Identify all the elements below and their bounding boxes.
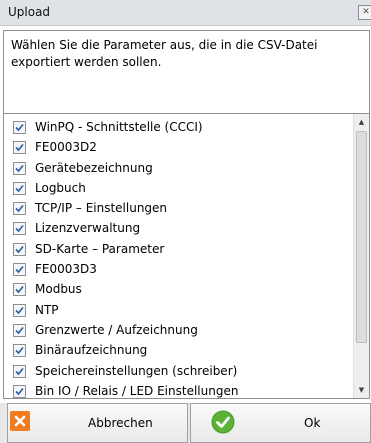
parameter-item[interactable]: NTP <box>4 301 353 321</box>
parameter-item[interactable]: Binäraufzeichnung <box>4 341 353 361</box>
scrollbar[interactable]: ▲ ▼ <box>353 114 369 398</box>
parameter-label: Bin IO / Relais / LED Einstellungen <box>35 383 239 398</box>
parameter-item[interactable]: Bin IO / Relais / LED Einstellungen <box>4 382 353 398</box>
parameter-items: WinPQ - Schnittstelle (CCCI) FE0003D2 Gerä… <box>4 118 353 398</box>
parameter-label: FE0003D2 <box>35 140 97 155</box>
checkbox[interactable] <box>13 242 26 256</box>
parameter-label: NTP <box>35 302 59 317</box>
parameter-label: Modbus <box>35 282 82 297</box>
scroll-thumb[interactable] <box>356 131 367 343</box>
parameter-item[interactable]: Modbus <box>4 280 353 300</box>
checkbox[interactable] <box>13 323 26 337</box>
checkbox[interactable] <box>13 384 26 398</box>
checkbox[interactable] <box>13 344 26 358</box>
parameter-list[interactable]: WinPQ - Schnittstelle (CCCI) FE0003D2 Gerä… <box>3 113 370 399</box>
description-text: Wählen Sie die Parameter aus, die in die… <box>11 38 318 69</box>
checkbox[interactable] <box>13 364 26 378</box>
parameter-item[interactable]: Gerätebezeichnung <box>4 159 353 179</box>
parameter-label: Logbuch <box>35 180 86 195</box>
parameter-item[interactable]: Lizenzverwaltung <box>4 219 353 239</box>
parameter-label: Gerätebezeichnung <box>35 160 153 175</box>
parameter-label: Speichereinstellungen (schreiber) <box>35 363 238 378</box>
checkbox[interactable] <box>13 181 26 195</box>
description-box: Wählen Sie die Parameter aus, die in die… <box>3 30 370 114</box>
checkbox[interactable] <box>13 263 26 277</box>
ok-button[interactable]: Ok <box>190 403 371 443</box>
scroll-down-icon[interactable]: ▼ <box>354 382 369 398</box>
cancel-button[interactable]: Abbrechen <box>7 403 188 443</box>
checkbox[interactable] <box>13 161 26 175</box>
scroll-up-icon[interactable]: ▲ <box>354 114 369 130</box>
window-title: Upload <box>8 5 51 19</box>
parameter-item[interactable]: FE0003D3 <box>4 260 353 280</box>
parameter-item[interactable]: Speichereinstellungen (schreiber) <box>4 362 353 382</box>
checkmark-icon <box>211 410 235 434</box>
close-icon[interactable]: ✕ <box>358 5 371 20</box>
checkbox[interactable] <box>13 121 26 134</box>
checkbox[interactable] <box>13 303 26 317</box>
parameter-item[interactable]: WinPQ - Schnittstelle (CCCI) <box>4 118 353 138</box>
checkbox[interactable] <box>13 222 26 236</box>
ok-button-label: Ok <box>304 416 321 430</box>
parameter-label: FE0003D3 <box>35 262 97 277</box>
parameter-label: TCP/IP – Einstellungen <box>35 201 168 216</box>
parameter-item[interactable]: Grenzwerte / Aufzeichnung <box>4 321 353 341</box>
parameter-item[interactable]: SD-Karte – Parameter <box>4 240 353 260</box>
title-bar: Upload ✕ <box>0 0 371 26</box>
cancel-x-icon <box>10 411 30 431</box>
parameter-label: Lizenzverwaltung <box>35 221 141 236</box>
parameter-label: Grenzwerte / Aufzeichnung <box>35 322 198 337</box>
checkbox[interactable] <box>13 202 26 216</box>
parameter-item[interactable]: TCP/IP – Einstellungen <box>4 199 353 219</box>
parameter-item[interactable]: Logbuch <box>4 179 353 199</box>
parameter-item[interactable]: FE0003D2 <box>4 138 353 158</box>
parameter-label: SD-Karte – Parameter <box>35 241 165 256</box>
parameter-label: WinPQ - Schnittstelle (CCCI) <box>35 120 203 134</box>
cancel-button-label: Abbrechen <box>88 416 153 430</box>
parameter-label: Binäraufzeichnung <box>35 343 148 358</box>
checkbox[interactable] <box>13 141 26 155</box>
checkbox[interactable] <box>13 283 26 297</box>
